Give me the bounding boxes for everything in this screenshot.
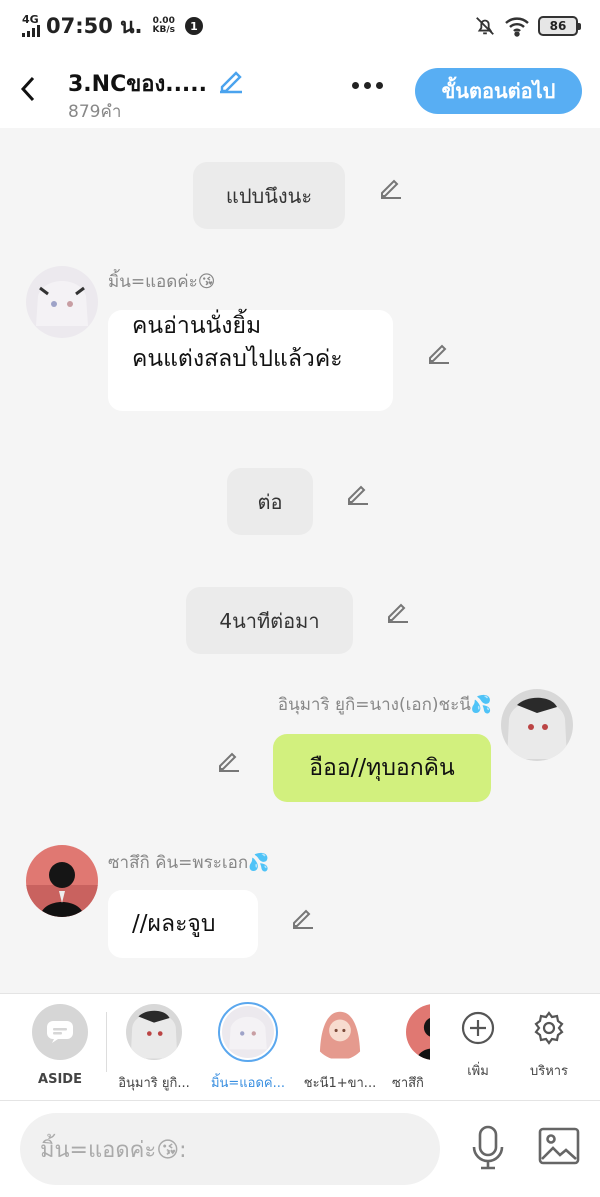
story-title[interactable]: 3.NCของ..... (68, 66, 207, 101)
narration-bubble[interactable]: แปบนึงนะ (193, 162, 345, 229)
more-options-icon[interactable] (352, 82, 383, 89)
image-icon[interactable] (538, 1127, 580, 1165)
speaker-name: อินุมาริ ยูกิ=นาง(เอก)ชะนี💦 (277, 695, 492, 715)
edit-pencil-icon[interactable] (385, 598, 411, 624)
status-time: 07:50 น. (46, 13, 143, 38)
gear-icon (534, 1011, 564, 1045)
input-bar: มิ้น=แอดค่ะ😘: (0, 1101, 600, 1197)
message-bubble[interactable]: คนอ่านนั่งยิ้ม คนแต่งสลบไปแล้วค่ะ (108, 310, 393, 411)
narration-bubble[interactable]: ต่อ (227, 468, 313, 535)
aside-button[interactable]: ASIDE (26, 1004, 94, 1087)
edit-pencil-icon[interactable] (345, 480, 371, 506)
character-label: อินุมาริ ยูกิ... (118, 1076, 190, 1091)
narration-bubble[interactable]: 4นาทีต่อมา (186, 587, 353, 654)
message-input[interactable]: มิ้น=แอดค่ะ😘: (20, 1113, 440, 1185)
manage-label: บริหาร (529, 1064, 569, 1079)
add-character-button[interactable]: เพิ่ม (450, 1010, 506, 1081)
message-bubble[interactable]: อืออ//ทุบอกคิน (273, 734, 491, 802)
character-item[interactable]: ชะนี1+ขา... (298, 1004, 382, 1093)
aside-icon (32, 1004, 88, 1060)
network-type: 4G (22, 13, 39, 26)
avatar (126, 1004, 182, 1060)
avatar[interactable] (26, 845, 98, 917)
speaker-name: ซาสึกิ คิน=พระเอก💦 (108, 853, 270, 873)
battery-icon: 86 (538, 16, 581, 36)
character-item[interactable]: ซาสึกิ (392, 1004, 430, 1093)
wifi-icon (505, 17, 529, 37)
bell-off-icon (476, 17, 494, 35)
edit-pencil-icon[interactable] (290, 904, 316, 930)
aside-label: ASIDE (38, 1072, 82, 1087)
word-count: 879คำ (68, 102, 122, 122)
character-item-selected[interactable]: มิ้น=แอดค่... (204, 1002, 292, 1093)
character-label: มิ้น=แอดค่... (210, 1076, 286, 1091)
avatar (406, 1004, 430, 1060)
edit-pencil-icon[interactable] (378, 174, 404, 200)
pencil-icon[interactable] (216, 65, 246, 95)
signal-icon: 4G (22, 13, 40, 37)
avatar[interactable] (501, 689, 573, 761)
avatar (312, 1004, 368, 1060)
chat-area[interactable]: แปบนึงนะ มิ้น=แอดค่ะ😘 คนอ่านนั่งยิ้ม คนแ… (0, 128, 600, 993)
add-label: เพิ่ม (467, 1064, 489, 1079)
avatar[interactable] (26, 266, 98, 338)
header: 3.NCของ..... 879คำ ขั้นตอนต่อไป (0, 52, 600, 128)
edit-pencil-icon[interactable] (216, 747, 242, 773)
network-speed: 0.00 KB/s (152, 16, 175, 35)
notification-badge: 1 (184, 17, 203, 35)
microphone-icon[interactable] (470, 1125, 506, 1171)
chevron-left-icon (20, 76, 35, 102)
plus-circle-icon (461, 1011, 495, 1045)
back-button[interactable] (14, 74, 42, 104)
character-bar: ASIDE อินุมาริ ยูกิ... มิ้น=แอดค่... ชะน… (0, 993, 600, 1101)
message-bubble[interactable]: //ผละจูบ (108, 890, 258, 958)
character-label: ชะนี1+ขา... (303, 1076, 377, 1091)
manage-characters-button[interactable]: บริหาร (520, 1010, 578, 1081)
edit-pencil-icon[interactable] (426, 339, 452, 365)
next-step-button[interactable]: ขั้นตอนต่อไป (415, 68, 582, 114)
status-bar: 4G 07:50 น. 0.00 KB/s 1 86 (0, 0, 600, 52)
speaker-name: มิ้น=แอดค่ะ😘 (108, 272, 216, 292)
character-label: ซาสึกิ (392, 1076, 424, 1091)
divider (106, 1012, 107, 1072)
avatar (218, 1002, 278, 1062)
character-item[interactable]: อินุมาริ ยูกิ... (112, 1004, 196, 1093)
